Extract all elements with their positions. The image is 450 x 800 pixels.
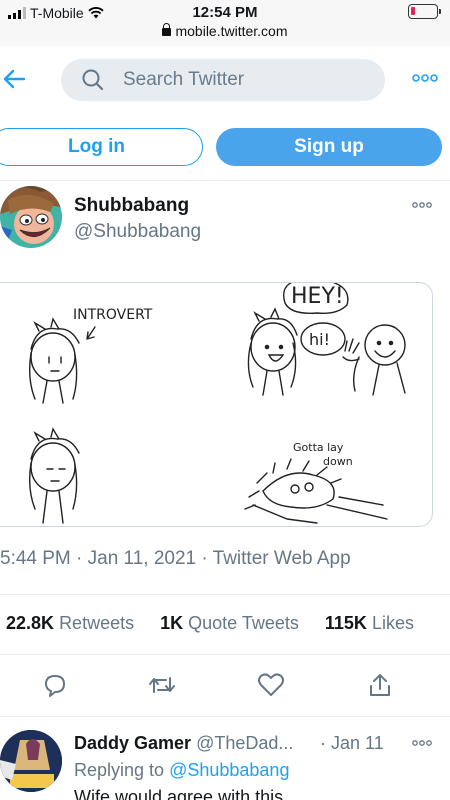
address-bar[interactable]: mobile.twitter.com <box>0 23 450 39</box>
status-time: 12:54 PM <box>192 4 258 21</box>
like-icon[interactable] <box>257 672 285 698</box>
quote-tweets-label: Quote Tweets <box>188 613 299 633</box>
comic-text-hi: hi! <box>309 330 330 349</box>
tweet-stats: 22.8K Retweets 1K Quote Tweets 115K Like… <box>6 613 414 634</box>
reply-author[interactable]: Daddy Gamer @TheDad... <box>74 733 293 754</box>
quote-tweets-count: 1K <box>160 613 184 633</box>
tweet-more-icon[interactable] <box>412 202 432 208</box>
status-bar: T-Mobile 12:54 PM mobile.twitter.com <box>0 0 450 46</box>
replying-to: Replying to @Shubbabang <box>74 760 289 781</box>
back-arrow-icon[interactable] <box>2 66 28 92</box>
likes-stat[interactable]: 115K Likes <box>325 613 414 634</box>
likes-label: Likes <box>371 613 414 633</box>
share-icon[interactable] <box>367 672 393 698</box>
comic-text-gotta-lay: Gotta lay <box>293 441 344 454</box>
url-text: mobile.twitter.com <box>175 23 288 39</box>
search-header <box>0 46 450 118</box>
tweet-image[interactable]: INTROVERT HEY! hi! Gotta lay down <box>0 282 433 527</box>
quote-tweets-stat[interactable]: 1K Quote Tweets <box>160 613 299 634</box>
comic-text-down: down <box>323 455 353 468</box>
tweet-actions <box>0 672 450 702</box>
avatar[interactable] <box>0 186 62 248</box>
divider <box>0 180 450 181</box>
signup-button[interactable]: Sign up <box>216 128 442 166</box>
replying-prefix: Replying to <box>74 760 165 780</box>
tweet-author-name[interactable]: Shubbabang <box>74 195 189 217</box>
more-options-icon[interactable] <box>412 74 438 82</box>
search-icon <box>82 69 104 91</box>
divider <box>0 594 450 595</box>
lock-icon <box>162 23 172 36</box>
search-input[interactable] <box>123 59 363 101</box>
reply-author-handle: @TheDad... <box>196 733 294 753</box>
reply-date[interactable]: · Jan 11 <box>320 733 384 754</box>
comic-text-hey: HEY! <box>291 284 344 309</box>
retweets-label: Retweets <box>59 613 135 633</box>
retweets-stat[interactable]: 22.8K Retweets <box>6 613 134 634</box>
retweet-icon[interactable] <box>148 672 176 698</box>
likes-count: 115K <box>324 613 367 633</box>
reply-text: Wife would agree with this <box>74 787 284 800</box>
divider <box>0 654 450 655</box>
login-button[interactable]: Log in <box>0 128 203 166</box>
divider <box>0 716 450 717</box>
retweets-count: 22.8K <box>6 613 55 633</box>
auth-buttons: Log in Sign up <box>0 128 450 168</box>
reply-icon[interactable] <box>42 672 68 698</box>
battery-icon <box>408 4 441 19</box>
reply-author-name: Daddy Gamer <box>74 733 192 753</box>
reply-avatar[interactable] <box>0 730 62 792</box>
reply-more-icon[interactable] <box>412 740 432 746</box>
tweet-author-handle[interactable]: @Shubbabang <box>74 221 201 243</box>
search-box[interactable] <box>61 59 385 101</box>
replying-to-link[interactable]: @Shubbabang <box>169 760 289 780</box>
tweet-timestamp[interactable]: 5:44 PM · Jan 11, 2021 · Twitter Web App <box>0 548 351 570</box>
comic-text-introvert: INTROVERT <box>73 307 153 323</box>
